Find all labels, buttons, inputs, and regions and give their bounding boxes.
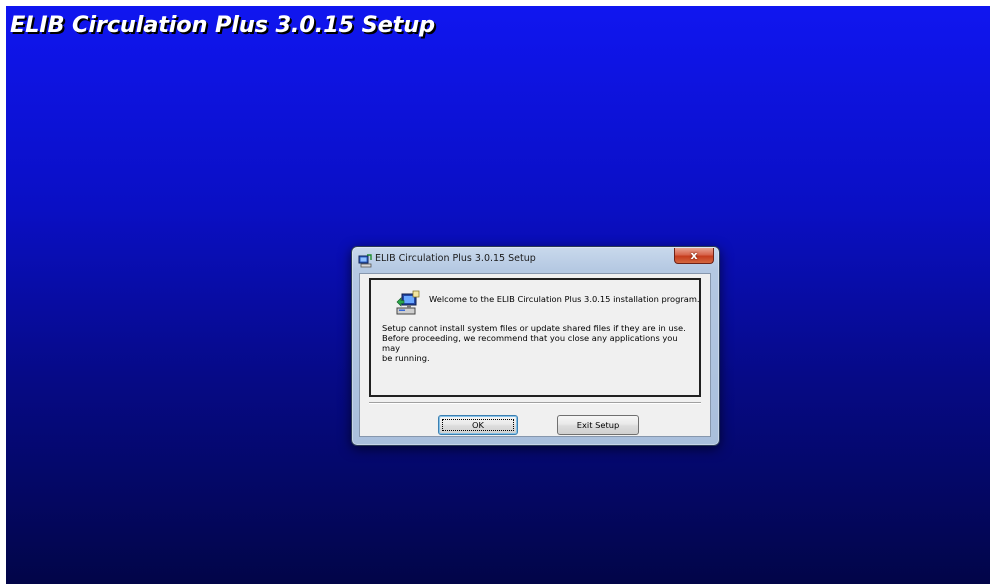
ok-button[interactable]: OK — [438, 415, 518, 435]
message-group-box: Welcome to the ELIB Circulation Plus 3.0… — [369, 278, 701, 397]
warning-line-1: Setup cannot install system files or upd… — [382, 323, 686, 333]
setup-dialog: ELIB Circulation Plus 3.0.15 Setup x Wel… — [351, 246, 720, 446]
setup-app-icon — [358, 253, 372, 268]
button-separator — [369, 402, 701, 404]
close-icon: x — [690, 249, 698, 262]
dialog-titlebar[interactable]: ELIB Circulation Plus 3.0.15 Setup x — [352, 247, 719, 273]
warning-line-2: Before proceeding, we recommend that you… — [382, 333, 678, 353]
ok-button-label: OK — [472, 420, 484, 430]
dialog-client-area: Welcome to the ELIB Circulation Plus 3.0… — [359, 273, 711, 437]
close-button[interactable]: x — [674, 248, 714, 264]
exit-setup-button-label: Exit Setup — [576, 420, 620, 430]
welcome-message: Welcome to the ELIB Circulation Plus 3.0… — [429, 294, 700, 304]
computer-setup-icon — [395, 290, 421, 316]
exit-setup-button[interactable]: Exit Setup — [557, 415, 639, 435]
setup-background: ELIB Circulation Plus 3.0.15 Setup ELIB … — [6, 6, 990, 584]
warning-message: Setup cannot install system files or upd… — [382, 323, 697, 363]
warning-line-3: be running. — [382, 353, 430, 363]
banner-title: ELIB Circulation Plus 3.0.15 Setup — [10, 12, 435, 38]
dialog-title: ELIB Circulation Plus 3.0.15 Setup — [375, 253, 536, 264]
